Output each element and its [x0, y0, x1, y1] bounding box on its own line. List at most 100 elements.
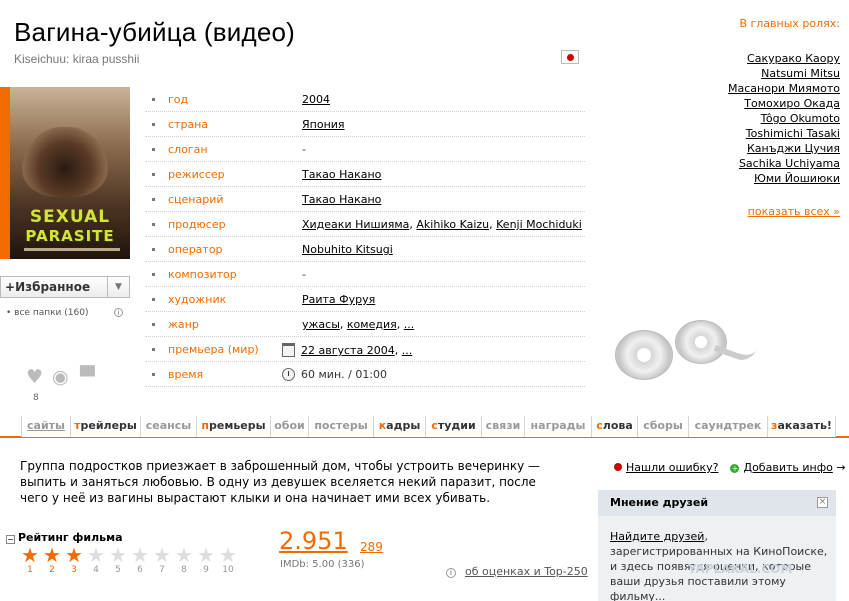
- rating-star[interactable]: ★ 2: [41, 545, 63, 575]
- tab-wallpapers[interactable]: обои: [271, 416, 309, 437]
- country-link[interactable]: Япония: [302, 118, 345, 131]
- rating-star[interactable]: ★ 6: [129, 545, 151, 575]
- tab-box-office[interactable]: сборы: [638, 416, 689, 437]
- bullet: [152, 298, 155, 301]
- bullet: [152, 148, 155, 151]
- film-poster[interactable]: SEXUAL PARASITE: [0, 87, 130, 259]
- genre-more-link[interactable]: ...: [404, 318, 415, 331]
- rating-star[interactable]: ★ 3: [63, 545, 85, 575]
- premiere-date-link[interactable]: 22 августа 2004: [301, 344, 395, 357]
- rating-star[interactable]: ★ 10: [217, 545, 239, 575]
- favorites-button[interactable]: +Избранное ▼: [0, 276, 130, 298]
- genre-link[interactable]: комедия: [347, 318, 397, 331]
- rating-star[interactable]: ★ 9: [195, 545, 217, 575]
- director-link[interactable]: Такао Накано: [302, 168, 381, 181]
- info-row-composer: композитор -: [145, 262, 585, 287]
- info-value: 60 мин. / 01:00: [282, 368, 387, 381]
- collapse-icon[interactable]: −: [6, 535, 15, 544]
- tab-awards[interactable]: награды: [525, 416, 592, 437]
- tab-studios[interactable]: студии: [426, 416, 482, 437]
- actor-link[interactable]: Сакурако Каору: [747, 52, 840, 65]
- actor-link[interactable]: Tôgo Okumoto: [761, 112, 840, 125]
- rating-votes[interactable]: 289: [360, 540, 383, 554]
- add-info-link[interactable]: Добавить инфо: [743, 461, 832, 474]
- producer-link[interactable]: Akihiko Kaizu: [416, 218, 489, 231]
- film-info-table: год 2004 страна Япония слоган - режиссер Так…: [145, 87, 585, 387]
- poster-creature: [22, 127, 108, 197]
- info-row-artist: художник Раита Фуруя: [145, 287, 585, 312]
- report-error-link[interactable]: Нашли ошибку?: [626, 461, 718, 474]
- rating-star[interactable]: ★ 5: [107, 545, 129, 575]
- genre-link[interactable]: ужасы: [302, 318, 340, 331]
- info-key: оператор: [168, 243, 223, 256]
- tab-soundtrack[interactable]: саундтрек: [689, 416, 768, 437]
- actor-link[interactable]: Natsumi Mitsu: [761, 67, 840, 80]
- info-icon[interactable]: i: [114, 308, 123, 317]
- find-friends-link[interactable]: Найдите друзей: [610, 530, 704, 543]
- actor-link[interactable]: Sachika Uchiyama: [739, 157, 840, 170]
- producer-link[interactable]: Kenji Mochiduki: [496, 218, 582, 231]
- tab-quotes[interactable]: слова: [592, 416, 638, 437]
- all-folders-link[interactable]: • все папки (160): [6, 308, 88, 318]
- bullet: [152, 248, 155, 251]
- producer-link[interactable]: Хидеаки Нишияма: [302, 218, 409, 231]
- operator-link[interactable]: Nobuhito Kitsugi: [302, 243, 393, 256]
- tab-showtimes[interactable]: сеансы: [141, 416, 197, 437]
- writer-link[interactable]: Такао Накано: [302, 193, 381, 206]
- chevron-down-icon[interactable]: ▼: [107, 277, 129, 297]
- main-cast: В главных ролях: Сакурако Каору Natsumi …: [728, 17, 840, 218]
- info-value: -: [302, 268, 306, 281]
- tab-frames[interactable]: кадры: [374, 416, 426, 437]
- clock-icon: [282, 368, 295, 381]
- film-reel-icon: [615, 318, 760, 380]
- info-value: Раита Фуруя: [302, 293, 375, 306]
- reel-left: [615, 330, 673, 380]
- rating-star[interactable]: ★ 8: [173, 545, 195, 575]
- actor-link[interactable]: Томохиро Окада: [744, 97, 840, 110]
- actor-link[interactable]: Toshimichi Tasaki: [746, 127, 840, 140]
- actor-link[interactable]: Юми Йошиюки: [754, 172, 840, 185]
- eye-icon[interactable]: ◉: [52, 366, 69, 388]
- tab-order[interactable]: заказать!: [768, 416, 836, 437]
- star-icon: ★: [197, 543, 215, 567]
- info-key: премьера (мир): [168, 343, 259, 356]
- show-all-cast-link[interactable]: показать всех »: [748, 205, 840, 218]
- cast-heading: В главных ролях:: [739, 17, 840, 30]
- star-icon: ★: [65, 543, 83, 567]
- about-ratings-link[interactable]: об оценках и Top-250: [465, 565, 588, 578]
- info-key: время: [168, 368, 204, 381]
- error-icon: [614, 463, 622, 471]
- premiere-more-link[interactable]: ...: [402, 344, 413, 357]
- artist-link[interactable]: Раита Фуруя: [302, 293, 375, 306]
- tab-connections[interactable]: связи: [482, 416, 525, 437]
- star-icon: ★: [87, 543, 105, 567]
- tab-premieres[interactable]: премьеры: [197, 416, 271, 437]
- rating-score[interactable]: 2.951: [279, 527, 348, 555]
- star-icon: ★: [219, 543, 237, 567]
- star-icon: ★: [175, 543, 193, 567]
- close-icon[interactable]: ×: [817, 497, 828, 508]
- info-row-director: режиссер Такао Накано: [145, 162, 585, 187]
- rating-star[interactable]: ★ 1: [19, 545, 41, 575]
- actor-link[interactable]: Масанори Миямото: [728, 82, 840, 95]
- comment-icon[interactable]: ▀: [80, 366, 95, 388]
- rating-star[interactable]: ★ 4: [85, 545, 107, 575]
- heart-icon[interactable]: ♥: [26, 366, 43, 388]
- tab-trailers[interactable]: трейлеры: [71, 416, 141, 437]
- likes-count: 8: [33, 393, 39, 403]
- info-row-writer: сценарий Такао Накано: [145, 187, 585, 212]
- info-key: страна: [168, 118, 209, 131]
- japan-flag-icon[interactable]: [561, 50, 579, 64]
- tab-posters[interactable]: постеры: [309, 416, 374, 437]
- year-link[interactable]: 2004: [302, 93, 330, 106]
- info-key: художник: [168, 293, 227, 306]
- add-icon: +: [730, 464, 740, 473]
- tab-sites[interactable]: сайты: [21, 416, 71, 437]
- calendar-icon[interactable]: [282, 343, 295, 357]
- favorites-label: +Избранное: [5, 280, 91, 294]
- poster-title-line1: SEXUAL: [29, 207, 111, 227]
- info-row-country: страна Япония: [145, 112, 585, 137]
- actor-link[interactable]: Канъджи Цучия: [747, 142, 840, 155]
- rating-star[interactable]: ★ 7: [151, 545, 173, 575]
- info-key: год: [168, 93, 189, 106]
